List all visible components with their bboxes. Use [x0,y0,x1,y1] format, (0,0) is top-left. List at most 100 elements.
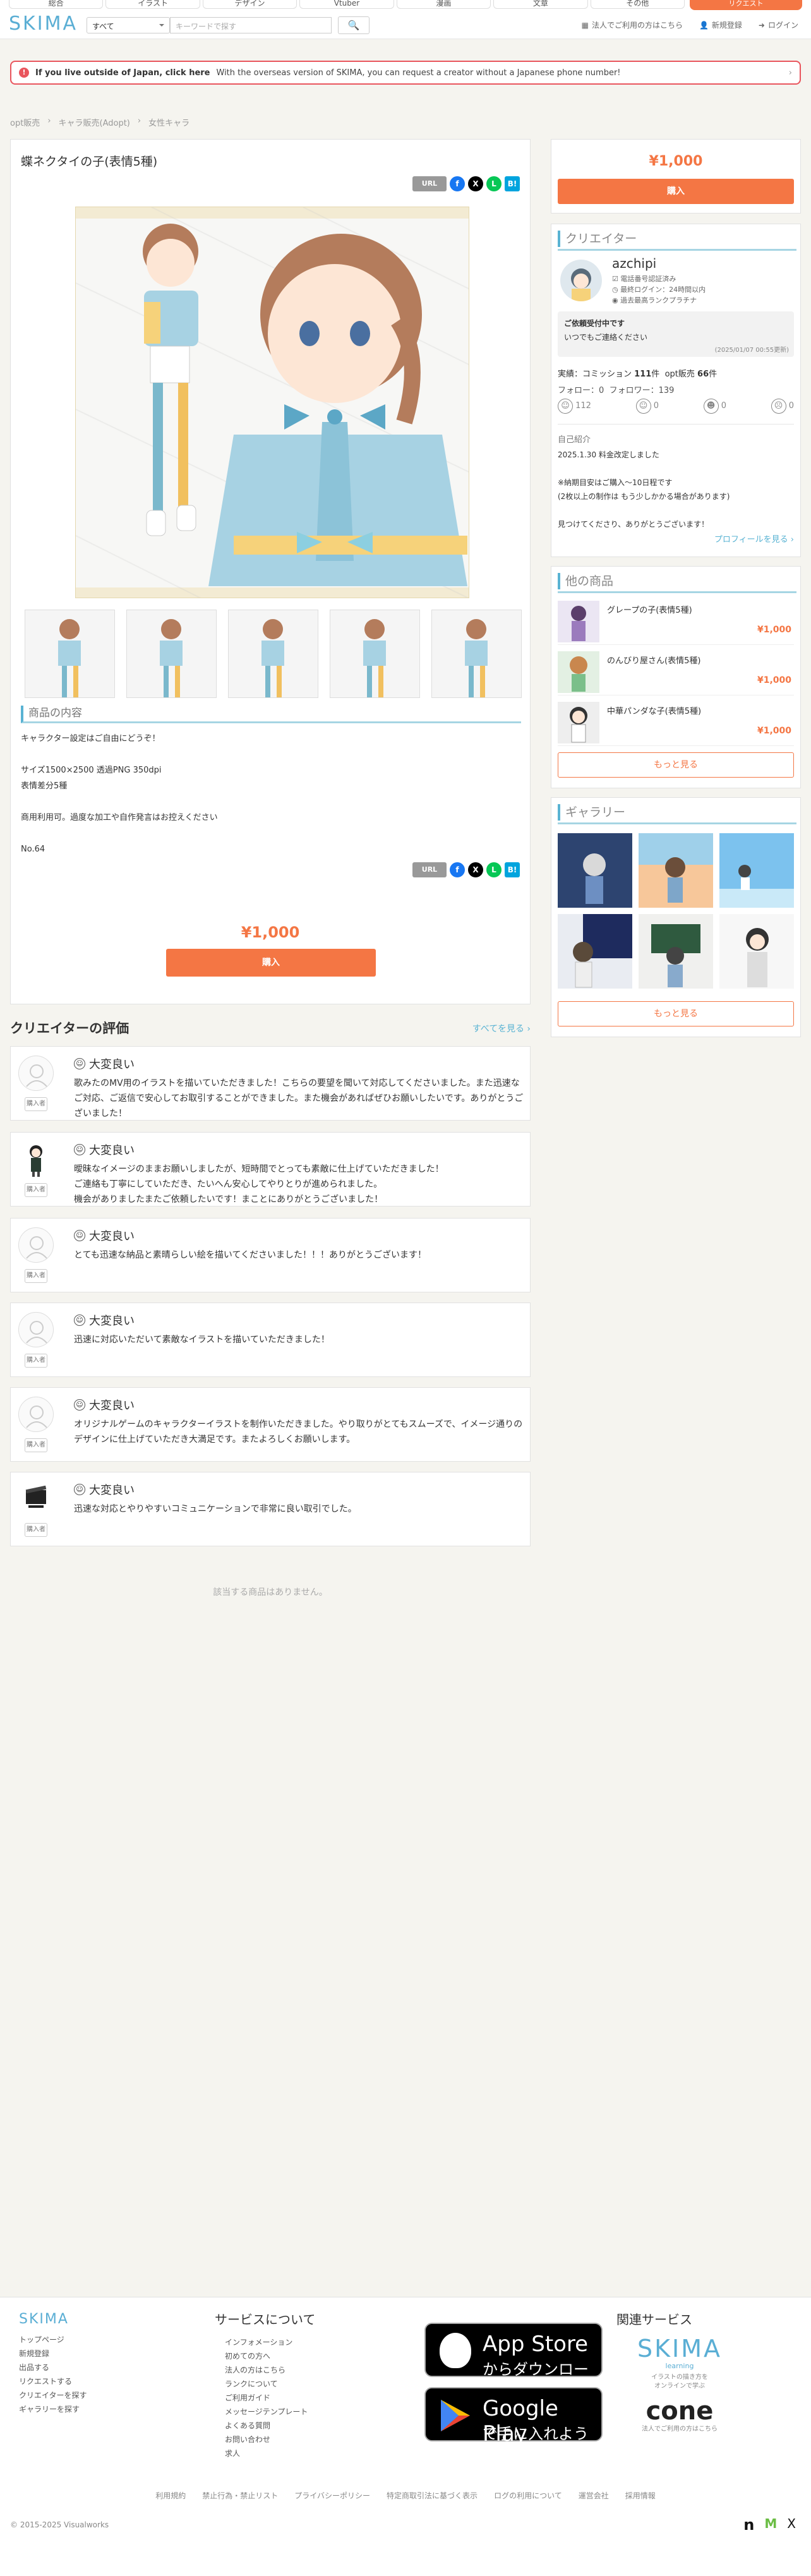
note-icon[interactable]: n [743,2516,754,2534]
profile-link[interactable]: プロフィールを見る › [714,533,794,545]
gallery-image[interactable] [639,914,713,989]
line-share-button[interactable]: L [486,862,502,877]
unit-label: 件 [709,370,718,379]
sidebar-purchase: ¥1,000 購入 [551,139,801,214]
thumbnail-image[interactable] [228,610,318,698]
hatena-share-button[interactable]: B! [505,176,520,191]
login-link[interactable]: ➜ ログイン [759,20,798,30]
breadcrumb-item[interactable]: 女性キャラ [148,116,189,128]
copy-url-button[interactable]: URL [412,862,447,877]
footer-logo[interactable]: SKIMA [19,2313,87,2326]
category-tab[interactable]: イラスト [105,0,200,9]
review-rating: ☺ 大変良い [74,1312,135,1328]
legal-link[interactable]: 禁止行為・禁止リスト [202,2490,278,2501]
footer-link[interactable]: よくある質問 [225,2419,315,2433]
rating-label: 大変良い [89,1058,135,1071]
category-tab[interactable]: Vtuber [299,0,394,9]
footer-link[interactable]: 出品する [19,2361,87,2374]
thumbnail-image[interactable] [330,610,420,698]
other-product-item[interactable]: 中華パンダな子(表情5種) ¥1,000 [558,701,794,746]
footer-link[interactable]: 求人 [225,2447,315,2460]
gallery-image[interactable] [558,914,632,989]
request-cta-button[interactable]: リクエスト [690,0,802,10]
cone-link[interactable]: cone 法人でご利用の方はこちら [623,2397,736,2434]
brand-icon[interactable]: M [764,2516,777,2534]
corporate-link-label: 法人でご利用の方はこちら [591,21,683,30]
category-tab[interactable]: デザイン [202,0,297,9]
category-tab[interactable]: 総合 [9,0,104,9]
footer-link[interactable]: ギャラリーを探す [19,2402,87,2416]
no-related-products: 該当する商品はありません。 [213,1587,328,1598]
footer-link[interactable]: インフォメーション [225,2335,315,2349]
gallery-image[interactable] [639,833,713,908]
x-share-button[interactable]: X [468,862,483,877]
gallery-more-button[interactable]: もっと見る [558,1001,794,1026]
social-links: n M X [743,2516,796,2534]
more-products-button[interactable]: もっと見る [558,752,794,778]
signup-link[interactable]: 👤 新規登録 [699,20,742,30]
product-panel: 蝶ネクタイの子(表情5種) URL f X L B! 商品の内容 キャラクター設… [10,139,531,1004]
line-share-button[interactable]: L [486,176,502,191]
breadcrumb-item[interactable]: opt販売 [10,116,40,128]
creator-intro: 2025.1.30 料金改定しました ※納期目安はご購入〜10日程です (2枚以… [558,450,730,527]
category-select[interactable]: すべて [87,17,170,33]
footer-link[interactable]: ランクについて [225,2377,315,2391]
search-button[interactable]: 🔍 [338,16,369,34]
category-tab[interactable]: その他 [590,0,685,9]
thumbnail-image[interactable] [126,610,217,698]
last-login-label: 最終ログイン：24時間以内 [620,286,706,294]
site-logo[interactable]: SKIMA [9,13,78,35]
gallery-image[interactable] [719,914,794,989]
app-store-button[interactable]: App Store からダウンロード [424,2323,603,2400]
x-share-button[interactable]: X [468,176,483,191]
facebook-share-button[interactable]: f [450,862,465,877]
legal-link[interactable]: ログの利用について [494,2490,562,2501]
gallery-image[interactable] [719,833,794,908]
creator-name[interactable]: azchipi [612,256,656,271]
corporate-link[interactable]: ▦ 法人でご利用の方はこちら [582,20,683,30]
skima-learning-link[interactable]: SKIMA learning イラストの描き方を オンラインで学ぶ [623,2335,736,2391]
header-links: ▦ 法人でご利用の方はこちら 👤 新規登録 ➜ ログイン [582,20,798,30]
footer-link[interactable]: 初めての方へ [225,2349,315,2363]
review-card: 購入者 ☺ 大変良い とても迅速な納品と素晴らしい絵を描いてくださいました！！！あ… [10,1218,531,1292]
footer-link[interactable]: お問い合わせ [225,2433,315,2447]
footer-link[interactable]: リクエストする [19,2374,87,2388]
legal-link[interactable]: 運営会社 [579,2490,609,2501]
footer-link[interactable]: 法人の方はこちら [225,2363,315,2377]
other-product-item[interactable]: グレープの子(表情5種) ¥1,000 [558,599,794,645]
footer-link[interactable]: クリエイターを探す [19,2388,87,2402]
legal-link[interactable]: 利用規約 [155,2490,186,2501]
other-product-thumb [558,601,599,642]
thumbnail-image[interactable] [25,610,115,698]
see-all-reviews-link[interactable]: すべてを見る › [472,1022,531,1035]
breadcrumb-item[interactable]: キャラ販売(Adopt) [59,116,130,128]
facebook-share-button[interactable]: f [450,176,465,191]
buy-button[interactable]: 購入 [166,949,376,977]
google-play-button[interactable]: Google Play で手に入れよう [424,2387,603,2447]
legal-link[interactable]: 採用情報 [625,2490,656,2501]
category-tab[interactable]: 文章 [493,0,588,9]
reviewer-avatar [18,1397,54,1432]
product-main-image[interactable] [75,207,469,598]
footer-link[interactable]: ご利用ガイド [225,2391,315,2405]
other-product-item[interactable]: のんびり屋さん(表情5種) ¥1,000 [558,650,794,695]
legal-link[interactable]: プライバシーポリシー [294,2490,370,2501]
thumbnail-image[interactable] [431,610,522,698]
unit-label: 件 [651,370,660,379]
copy-url-button[interactable]: URL [412,176,447,191]
x-icon[interactable]: X [787,2516,796,2534]
good-icon: ☺ [635,399,651,414]
footer-link[interactable]: メッセージテンプレート [225,2405,315,2419]
hatena-share-button[interactable]: B! [505,862,520,877]
overseas-banner[interactable]: ! If you live outside of Japan, click he… [10,61,801,85]
footer-link[interactable]: トップページ [19,2333,87,2347]
search-input[interactable]: キーワードで探す [170,17,332,33]
creator-avatar[interactable] [560,260,602,301]
very-good-icon: ☺ [74,1144,85,1155]
sidebar-buy-button[interactable]: 購入 [558,179,794,204]
gallery-image[interactable] [558,833,632,908]
skima-learning-desc: オンラインで学ぶ [654,2383,705,2390]
category-tab[interactable]: 漫画 [396,0,491,9]
legal-link[interactable]: 特定商取引法に基づく表示 [387,2490,478,2501]
footer-link[interactable]: 新規登録 [19,2347,87,2361]
